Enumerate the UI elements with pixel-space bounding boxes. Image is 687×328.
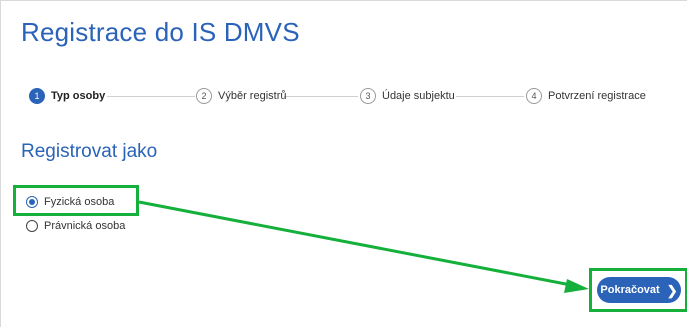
step-udaje-subjektu[interactable]: 3 Údaje subjektu <box>360 87 455 105</box>
page-title: Registrace do IS DMVS <box>21 17 300 47</box>
radio-label: Fyzická osoba <box>44 196 115 208</box>
continue-button[interactable]: Pokračovat ❯ <box>597 277 681 303</box>
step-potvrzeni-registrace[interactable]: 4 Potvrzení registrace <box>526 87 646 105</box>
step-typ-osoby[interactable]: 1 Typ osoby <box>29 87 105 105</box>
registration-page: Registrace do IS DMVS 1 Typ osoby 2 Výbě… <box>0 0 687 327</box>
step-number-badge: 2 <box>196 88 212 104</box>
section-title: Registrovat jako <box>21 141 158 162</box>
step-number-badge: 3 <box>360 88 376 104</box>
radio-label: Právnická osoba <box>44 220 126 232</box>
step-connector <box>284 96 358 97</box>
step-label: Potvrzení registrace <box>548 90 646 102</box>
radio-fyzicka-osoba[interactable]: Fyzická osoba <box>26 194 114 210</box>
step-number-badge: 4 <box>526 88 542 104</box>
radio-button-unchecked[interactable] <box>26 220 38 232</box>
step-vyber-registru[interactable]: 2 Výběr registrů <box>196 87 286 105</box>
radio-button-checked[interactable] <box>26 196 38 208</box>
step-label: Výběr registrů <box>218 90 287 102</box>
chevron-right-icon: ❯ <box>666 282 678 298</box>
step-number-badge: 1 <box>29 88 45 104</box>
annotation-arrow-icon <box>138 200 589 293</box>
step-label: Typ osoby <box>51 90 106 102</box>
step-connector <box>107 96 195 97</box>
radio-pravnicka-osoba[interactable]: Právnická osoba <box>26 218 125 234</box>
step-label: Údaje subjektu <box>382 90 455 102</box>
registration-stepper: 1 Typ osoby 2 Výběr registrů 3 Údaje sub… <box>29 87 679 105</box>
continue-button-label: Pokračovat <box>600 284 660 296</box>
step-connector <box>456 96 524 97</box>
